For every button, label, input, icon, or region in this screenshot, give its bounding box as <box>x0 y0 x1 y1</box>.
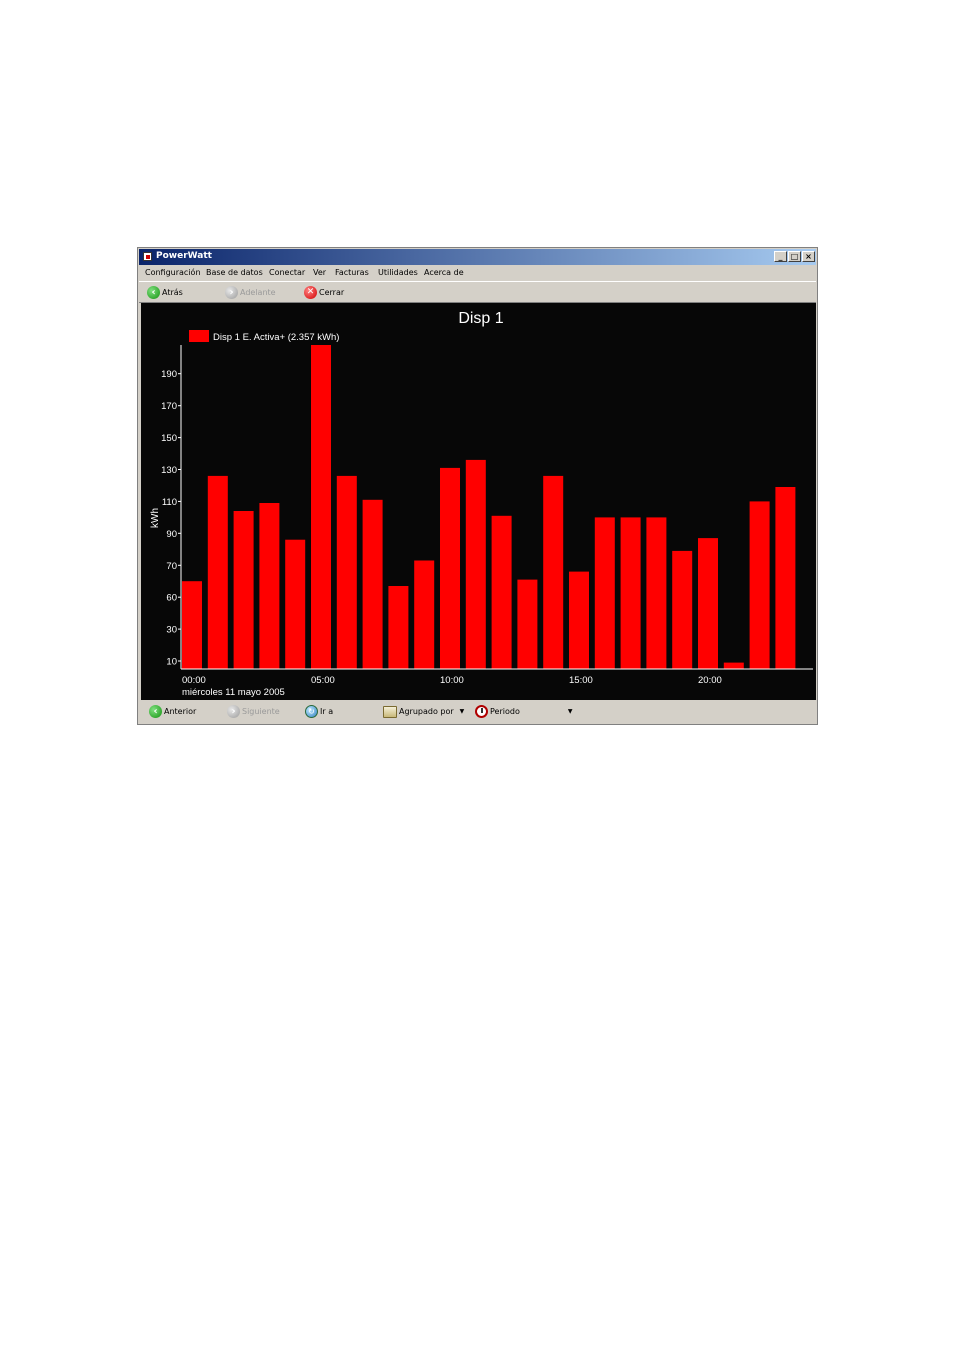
menu-facturas[interactable]: Facturas <box>335 268 369 277</box>
bar-06:00 <box>336 475 357 669</box>
arrow-left-icon: ‹ <box>147 286 160 299</box>
minimize-button[interactable]: _ <box>774 251 787 262</box>
grouped-by-label: Agrupado por <box>399 707 454 716</box>
bar-01:00 <box>207 475 228 669</box>
y-tick-label: 170 <box>161 401 177 412</box>
bar-21:00 <box>723 662 744 669</box>
bar-07:00 <box>362 499 383 669</box>
chart-title: Disp 1 <box>458 310 503 327</box>
menu-configuracion[interactable]: Configuración <box>145 268 201 277</box>
goto-button[interactable]: ↻ Ir a <box>305 704 333 719</box>
previous-button[interactable]: ‹ Anterior <box>149 704 196 719</box>
menu-acerca-de[interactable]: Acerca de <box>424 268 464 277</box>
y-tick-label: 70 <box>166 561 177 572</box>
window-title: PowerWatt <box>156 251 212 261</box>
next-label: Siguiente <box>242 707 280 716</box>
forward-label: Adelante <box>240 288 276 297</box>
chart-area: Disp 1 Disp 1 E. Activa+ (2.357 kWh) kWh… <box>141 303 816 700</box>
menu-conectar[interactable]: Conectar <box>269 268 305 277</box>
bar-02:00 <box>233 511 254 669</box>
y-tick-label: 130 <box>161 465 177 476</box>
app-icon <box>143 252 152 261</box>
bar-13:00 <box>517 579 538 669</box>
bar-10:00 <box>440 467 460 669</box>
close-button[interactable]: ✕ Cerrar <box>304 285 344 300</box>
legend-swatch <box>189 330 209 342</box>
back-label: Atrás <box>162 288 183 297</box>
bottom-toolbar: ‹ Anterior › Siguiente ↻ Ir a Agrupado p… <box>139 701 816 724</box>
bar-15:00 <box>569 571 589 669</box>
bar-20:00 <box>698 538 718 669</box>
bar-19:00 <box>672 550 693 669</box>
next-button[interactable]: › Siguiente <box>227 704 280 719</box>
close-window-button[interactable]: × <box>802 251 815 262</box>
period-label: Periodo <box>490 707 520 716</box>
bar-12:00 <box>491 515 512 669</box>
y-tick-label: 90 <box>166 529 177 540</box>
title-bar[interactable]: PowerWatt _ □ × <box>139 249 816 265</box>
x-tick-label: 10:00 <box>440 675 464 686</box>
previous-label: Anterior <box>164 707 197 716</box>
maximize-button[interactable]: □ <box>788 251 801 262</box>
menu-base-de-datos[interactable]: Base de datos <box>206 268 263 277</box>
bar-22:00 <box>749 501 770 669</box>
bar-05:00 <box>311 345 331 669</box>
close-icon: ✕ <box>304 286 317 299</box>
x-tick-label: 05:00 <box>311 675 335 686</box>
arrow-right-icon: › <box>225 286 238 299</box>
x-tick-label: 00:00 <box>182 675 206 686</box>
legend-label: Disp 1 E. Activa+ (2.357 kWh) <box>213 332 339 343</box>
top-toolbar: ‹ Atrás › Adelante ✕ Cerrar <box>139 281 816 303</box>
menu-utilidades[interactable]: Utilidades <box>378 268 418 277</box>
powerwatt-window: PowerWatt _ □ × Configuración Base de da… <box>137 247 818 725</box>
bar-08:00 <box>388 586 409 669</box>
y-tick-label: 10 <box>166 657 177 668</box>
bar-23:00 <box>775 487 796 669</box>
grouped-by-dropdown[interactable]: Agrupado por ▼ <box>383 704 464 719</box>
goto-label: Ir a <box>320 707 334 716</box>
dropdown-arrow-icon: ▼ <box>567 708 573 715</box>
y-tick-label: 30 <box>166 625 177 636</box>
menu-bar: Configuración Base de datos Conectar Ver… <box>139 266 816 280</box>
bar-00:00 <box>182 581 202 669</box>
x-tick-label: 15:00 <box>569 675 593 686</box>
back-button[interactable]: ‹ Atrás <box>147 285 183 300</box>
menu-ver[interactable]: Ver <box>313 268 326 277</box>
y-tick-label: 190 <box>161 369 177 380</box>
arrow-left-icon: ‹ <box>149 705 162 718</box>
y-tick-label: 60 <box>166 593 177 604</box>
y-tick-label: 110 <box>162 497 177 508</box>
close-label: Cerrar <box>319 288 345 297</box>
x-tick-label: 20:00 <box>698 675 722 686</box>
bar-04:00 <box>285 539 306 669</box>
forward-button[interactable]: › Adelante <box>225 285 276 300</box>
bar-17:00 <box>620 517 641 669</box>
bar-14:00 <box>543 475 564 669</box>
x-axis-label: miércoles 11 mayo 2005 <box>182 687 285 698</box>
bar-chart: Disp 1 Disp 1 E. Activa+ (2.357 kWh) kWh… <box>150 310 813 698</box>
bar-11:00 <box>465 459 486 669</box>
y-tick-label: 150 <box>161 433 177 444</box>
arrow-right-icon: › <box>227 705 240 718</box>
clock-icon <box>475 705 488 718</box>
period-dropdown[interactable]: Periodo ▼ <box>475 704 572 719</box>
y-axis-label: kWh <box>150 508 161 528</box>
bar-09:00 <box>414 560 435 669</box>
goto-icon: ↻ <box>305 705 318 718</box>
dropdown-arrow-icon: ▼ <box>459 708 465 715</box>
bar-16:00 <box>594 517 615 669</box>
calendar-icon <box>383 705 397 718</box>
bar-03:00 <box>259 503 280 669</box>
bar-18:00 <box>646 517 667 669</box>
